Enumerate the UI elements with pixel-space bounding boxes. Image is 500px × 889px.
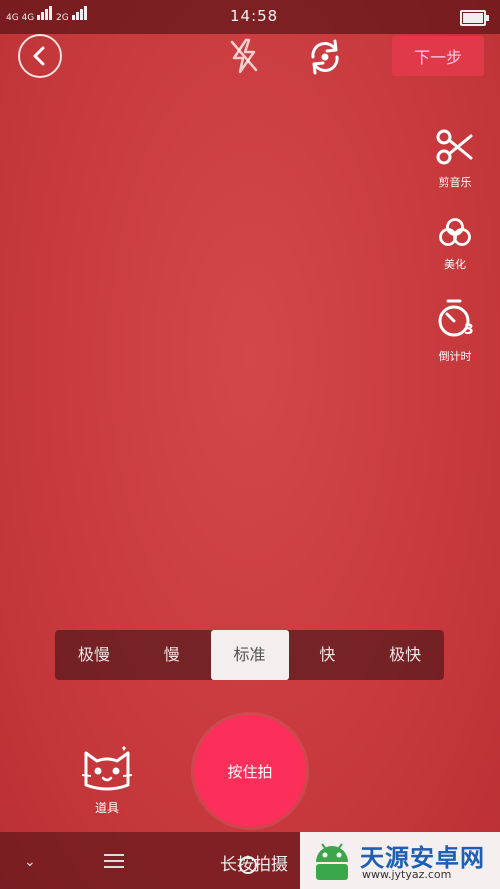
signal-strength-icon bbox=[37, 6, 53, 23]
camera-flip-icon[interactable] bbox=[305, 37, 345, 77]
props-label: 道具 bbox=[94, 801, 119, 815]
status-time: 14:58 bbox=[230, 7, 279, 25]
android-logo-icon bbox=[316, 843, 348, 880]
speed-option[interactable]: 极慢 bbox=[55, 630, 133, 680]
battery-icon bbox=[460, 10, 489, 26]
network-type-2: 4G bbox=[21, 13, 35, 23]
countdown-button[interactable]: 3 倒计时 bbox=[425, 298, 485, 364]
speed-option[interactable]: 标准 bbox=[210, 630, 289, 680]
signal-indicators: 4G 4G 2G bbox=[6, 6, 88, 23]
network-type-1: 4G bbox=[6, 13, 19, 23]
beautify-icon bbox=[439, 218, 471, 246]
props-button[interactable]: 道具 bbox=[80, 745, 134, 816]
timer-badge: 3 bbox=[464, 322, 474, 338]
countdown-label: 倒计时 bbox=[438, 350, 472, 363]
menu-icon[interactable] bbox=[104, 854, 124, 872]
cat-face-icon bbox=[81, 746, 133, 791]
cut-music-label: 剪音乐 bbox=[438, 176, 472, 189]
network-type-3: 2G bbox=[56, 13, 69, 23]
site-watermark: 天源安卓网 www.jytyaz.com bbox=[300, 832, 500, 889]
status-bar: 4G 4G 2G 14:58 bbox=[0, 0, 500, 34]
signal-strength-icon bbox=[71, 6, 88, 23]
next-step-button[interactable]: 下一步 bbox=[392, 36, 484, 76]
chevron-down-icon[interactable]: ⌄ bbox=[24, 854, 36, 870]
speed-option[interactable]: 快 bbox=[289, 630, 367, 680]
timer-icon: 3 bbox=[438, 299, 474, 338]
beautify-label: 美化 bbox=[444, 258, 466, 271]
speed-option[interactable]: 慢 bbox=[133, 630, 211, 680]
beautify-button[interactable]: 美化 bbox=[425, 216, 485, 272]
watermark-url: www.jytyaz.com bbox=[362, 868, 452, 881]
battery-level bbox=[463, 13, 483, 23]
hold-to-record-button[interactable]: 按住拍 bbox=[194, 715, 306, 827]
home-icon[interactable] bbox=[239, 856, 257, 874]
speed-option[interactable]: 极快 bbox=[366, 630, 444, 680]
back-button[interactable] bbox=[18, 34, 62, 78]
cut-music-button[interactable]: 剪音乐 bbox=[425, 128, 485, 190]
chevron-left-icon bbox=[33, 46, 45, 66]
flash-off-icon[interactable] bbox=[228, 38, 260, 74]
speed-selector: 极慢慢标准快极快 bbox=[55, 630, 444, 680]
scissors-icon bbox=[436, 129, 473, 165]
